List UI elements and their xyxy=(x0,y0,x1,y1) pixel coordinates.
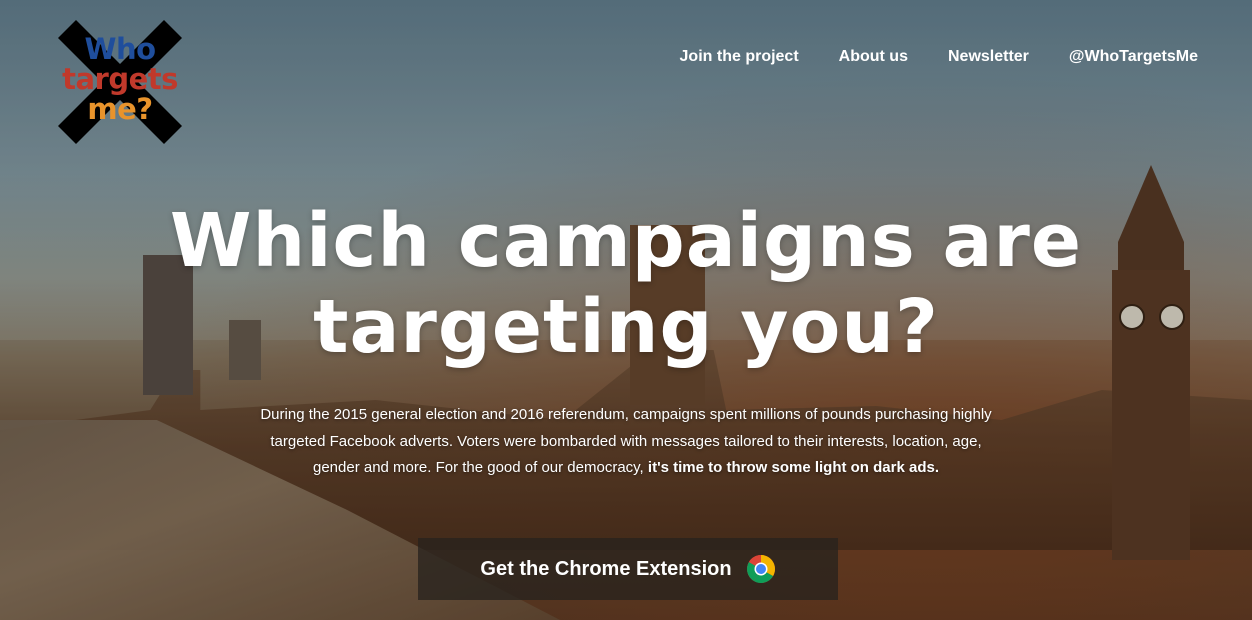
site-logo[interactable]: Who targets me? xyxy=(58,20,182,144)
chrome-extension-button[interactable]: Get the Chrome Extension xyxy=(418,538,838,600)
nav-join-the-project[interactable]: Join the project xyxy=(680,48,799,66)
chrome-icon xyxy=(746,555,775,583)
logo-text: Who targets me? xyxy=(58,34,182,124)
intro-paragraph: During the 2015 general election and 201… xyxy=(255,402,997,482)
intro-emphasis: it's time to throw some light on dark ad… xyxy=(647,459,935,476)
nav-twitter-handle[interactable]: @WhoTargetsMe xyxy=(1069,48,1198,66)
logo-targets: targets xyxy=(62,62,178,96)
main-nav: Join the project About us Newsletter @Wh… xyxy=(680,48,1198,66)
headline-line-2: targeting you? xyxy=(313,284,939,370)
page-headline: Which campaigns are targeting you? xyxy=(0,198,1252,370)
logo-who: Who xyxy=(84,32,156,66)
chrome-extension-button-label: Get the Chrome Extension xyxy=(480,557,732,580)
nav-newsletter[interactable]: Newsletter xyxy=(948,48,1029,66)
logo-me: me? xyxy=(87,92,153,126)
nav-about-us[interactable]: About us xyxy=(839,48,908,66)
headline-line-1: Which campaigns are xyxy=(169,198,1083,284)
intro-end: . xyxy=(934,459,940,476)
